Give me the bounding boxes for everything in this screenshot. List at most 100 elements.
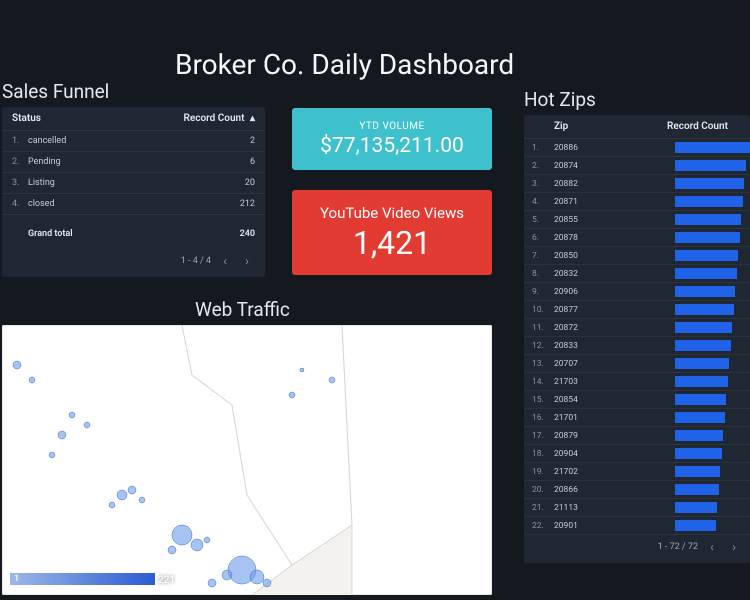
table-row[interactable]: 19.21702 bbox=[524, 463, 750, 481]
pager-next-button[interactable]: › bbox=[726, 539, 742, 555]
table-row[interactable]: 8.20832 bbox=[524, 265, 750, 283]
row-bar-cell bbox=[675, 286, 750, 297]
sales-funnel-pager: 1 - 4 / 4 ‹ › bbox=[2, 249, 265, 277]
row-status: cancelled bbox=[28, 136, 215, 146]
pager-range: 1 - 4 / 4 bbox=[181, 256, 211, 266]
row-bar bbox=[675, 502, 717, 513]
table-row[interactable]: 3.20882 bbox=[524, 175, 750, 193]
table-row[interactable]: 14.21703 bbox=[524, 373, 750, 391]
table-row[interactable]: 4.closed212 bbox=[2, 194, 265, 215]
table-row[interactable]: 3.Listing20 bbox=[2, 173, 265, 194]
row-bar-cell bbox=[675, 466, 750, 477]
table-row[interactable]: 12.20833 bbox=[524, 337, 750, 355]
table-row[interactable]: 20.20866 bbox=[524, 481, 750, 499]
pager-prev-button[interactable]: ‹ bbox=[217, 253, 233, 269]
row-bar bbox=[675, 232, 740, 243]
web-traffic-map[interactable]: 1 221 bbox=[2, 325, 492, 595]
row-index: 8. bbox=[532, 269, 554, 279]
row-zip: 20855 bbox=[554, 215, 675, 225]
row-status: closed bbox=[28, 199, 215, 209]
row-zip: 20877 bbox=[554, 305, 675, 315]
sales-funnel-heading: Sales Funnel bbox=[2, 80, 109, 103]
table-row[interactable]: 6.20878 bbox=[524, 229, 750, 247]
row-bar bbox=[675, 358, 729, 369]
col-header-status[interactable]: Status bbox=[12, 113, 175, 124]
row-zip: 20866 bbox=[554, 485, 675, 495]
table-row[interactable]: 9.20906 bbox=[524, 283, 750, 301]
table-row[interactable]: 5.20855 bbox=[524, 211, 750, 229]
row-index: 22. bbox=[532, 521, 554, 531]
col-header-zip[interactable]: Zip bbox=[554, 121, 667, 132]
pager-next-button[interactable]: › bbox=[239, 253, 255, 269]
sales-funnel-grand-total-row: Grand total 240 bbox=[2, 215, 265, 249]
row-index: 16. bbox=[532, 413, 554, 423]
row-bar bbox=[675, 520, 716, 531]
row-zip: 21113 bbox=[554, 503, 675, 513]
row-count: 2 bbox=[215, 136, 255, 146]
row-index: 13. bbox=[532, 359, 554, 369]
col-header-record-count[interactable]: Record Count bbox=[667, 121, 742, 132]
table-row[interactable]: 13.20707 bbox=[524, 355, 750, 373]
hot-zips-header-row: Zip Record Count bbox=[524, 115, 750, 139]
row-bar-cell bbox=[675, 178, 750, 189]
row-index: 6. bbox=[532, 233, 554, 243]
row-index: 9. bbox=[532, 287, 554, 297]
row-zip: 20854 bbox=[554, 395, 675, 405]
table-row[interactable]: 21.21113 bbox=[524, 499, 750, 517]
row-index: 3. bbox=[532, 179, 554, 189]
map-legend-min: 1 bbox=[14, 574, 19, 584]
table-row[interactable]: 2.Pending6 bbox=[2, 152, 265, 173]
row-bar-cell bbox=[675, 376, 750, 387]
grand-total-label: Grand total bbox=[12, 229, 240, 239]
table-row[interactable]: 2.20874 bbox=[524, 157, 750, 175]
row-bar-cell bbox=[675, 142, 750, 153]
row-bar-cell bbox=[675, 160, 750, 171]
table-row[interactable]: 11.20872 bbox=[524, 319, 750, 337]
table-row[interactable]: 17.20879 bbox=[524, 427, 750, 445]
row-index: 4. bbox=[12, 199, 28, 209]
table-row[interactable]: 7.20850 bbox=[524, 247, 750, 265]
row-bar-cell bbox=[675, 502, 750, 513]
row-count: 212 bbox=[215, 199, 255, 209]
table-row[interactable]: 15.20854 bbox=[524, 391, 750, 409]
row-bar-cell bbox=[675, 430, 750, 441]
row-zip: 20901 bbox=[554, 521, 675, 531]
pager-prev-button[interactable]: ‹ bbox=[704, 539, 720, 555]
row-index: 14. bbox=[532, 377, 554, 387]
web-traffic-heading: Web Traffic bbox=[195, 298, 290, 321]
row-bar-cell bbox=[675, 484, 750, 495]
row-zip: 20850 bbox=[554, 251, 675, 261]
hot-zips-table: Zip Record Count 1.208862.208743.208824.… bbox=[524, 115, 750, 563]
row-index: 11. bbox=[532, 323, 554, 333]
table-row[interactable]: 10.20877 bbox=[524, 301, 750, 319]
row-bar bbox=[675, 142, 750, 153]
row-zip: 20882 bbox=[554, 179, 675, 189]
row-bar-cell bbox=[675, 322, 750, 333]
col-header-record-count-label: Record Count bbox=[184, 113, 245, 124]
row-zip: 21701 bbox=[554, 413, 675, 423]
row-bar bbox=[675, 304, 734, 315]
table-row[interactable]: 22.20901 bbox=[524, 517, 750, 535]
row-bar bbox=[675, 286, 735, 297]
row-bar-cell bbox=[675, 394, 750, 405]
pager-range: 1 - 72 / 72 bbox=[658, 542, 698, 552]
table-row[interactable]: 1.cancelled2 bbox=[2, 131, 265, 152]
page-title: Broker Co. Daily Dashboard bbox=[175, 48, 514, 81]
row-bar bbox=[675, 196, 743, 207]
kpi-youtube-label: YouTube Video Views bbox=[320, 204, 464, 222]
row-bar bbox=[675, 214, 741, 225]
row-index: 2. bbox=[12, 157, 28, 167]
row-zip: 21703 bbox=[554, 377, 675, 387]
col-header-record-count[interactable]: Record Count ▴ bbox=[175, 113, 255, 124]
table-row[interactable]: 16.21701 bbox=[524, 409, 750, 427]
hot-zips-pager: 1 - 72 / 72 ‹ › bbox=[524, 535, 750, 563]
sort-ascending-icon: ▴ bbox=[250, 113, 255, 124]
row-index: 21. bbox=[532, 503, 554, 513]
row-index: 5. bbox=[532, 215, 554, 225]
row-bar-cell bbox=[675, 214, 750, 225]
row-bar bbox=[675, 412, 725, 423]
table-row[interactable]: 18.20904 bbox=[524, 445, 750, 463]
table-row[interactable]: 4.20871 bbox=[524, 193, 750, 211]
table-row[interactable]: 1.20886 bbox=[524, 139, 750, 157]
row-bar-cell bbox=[675, 196, 750, 207]
